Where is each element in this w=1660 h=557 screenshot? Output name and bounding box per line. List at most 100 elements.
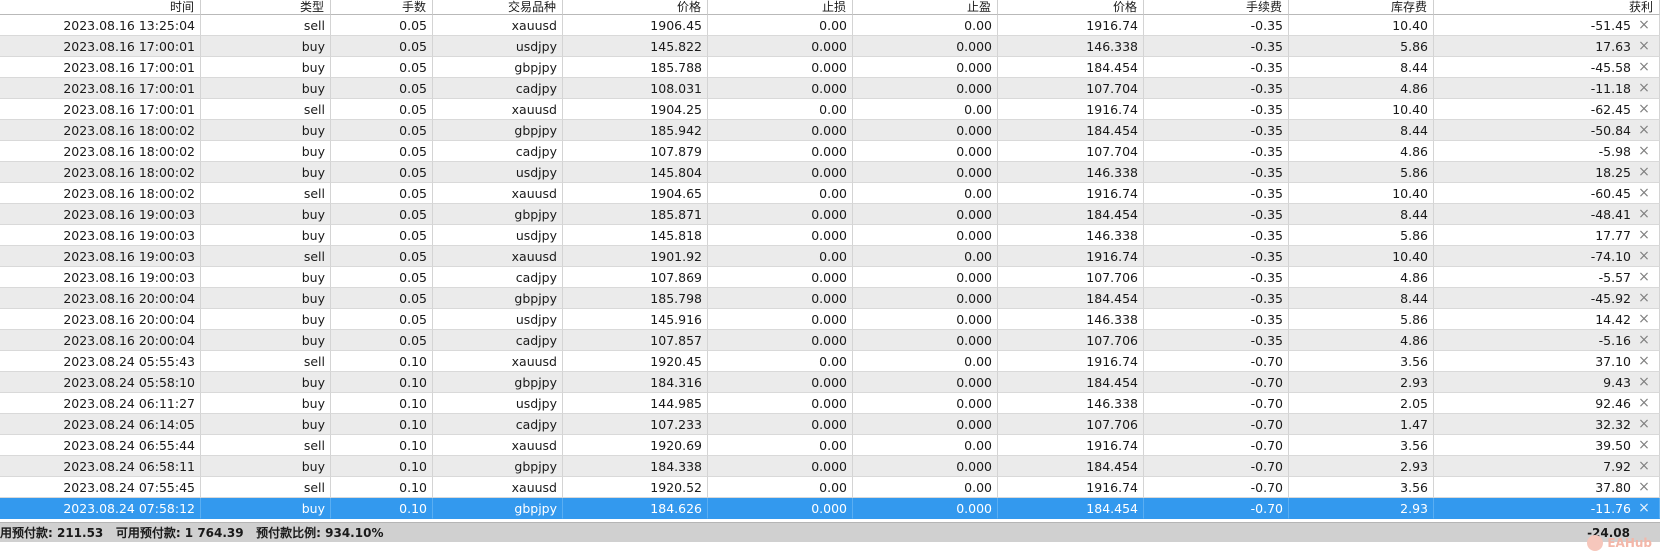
cell-time[interactable]: 2023.08.24 06:14:05 (0, 414, 201, 435)
close-position-icon[interactable]: × (1637, 99, 1651, 119)
cell-profit[interactable]: -5.16 × (1434, 330, 1660, 351)
cell-profit[interactable]: -5.98 × (1434, 141, 1660, 162)
cell-commission[interactable]: -0.35 (1144, 204, 1289, 225)
cell-type[interactable]: buy (201, 498, 331, 519)
cell-open-price[interactable]: 184.338 (563, 456, 708, 477)
cell-type[interactable]: sell (201, 351, 331, 372)
cell-current-price[interactable]: 1916.74 (998, 477, 1144, 498)
cell-profit[interactable]: 39.50 × (1434, 435, 1660, 456)
cell-stop-loss[interactable]: 0.000 (708, 225, 853, 246)
cell-take-profit[interactable]: 0.000 (853, 288, 998, 309)
cell-type[interactable]: buy (201, 162, 331, 183)
cell-take-profit[interactable]: 0.000 (853, 120, 998, 141)
cell-swap[interactable]: 10.40 (1289, 15, 1434, 36)
cell-swap[interactable]: 4.86 (1289, 267, 1434, 288)
cell-volume[interactable]: 0.10 (331, 393, 433, 414)
cell-symbol[interactable]: cadjpy (433, 141, 563, 162)
cell-type[interactable]: sell (201, 99, 331, 120)
close-position-icon[interactable]: × (1637, 498, 1651, 518)
cell-type[interactable]: buy (201, 456, 331, 477)
cell-current-price[interactable]: 1916.74 (998, 99, 1144, 120)
cell-time[interactable]: 2023.08.16 19:00:03 (0, 204, 201, 225)
cell-take-profit[interactable]: 0.000 (853, 57, 998, 78)
cell-swap[interactable]: 2.05 (1289, 393, 1434, 414)
header-time[interactable]: 时间 (0, 0, 201, 15)
cell-open-price[interactable]: 1920.52 (563, 477, 708, 498)
cell-volume[interactable]: 0.10 (331, 498, 433, 519)
cell-current-price[interactable]: 184.454 (998, 288, 1144, 309)
cell-symbol[interactable]: xauusd (433, 435, 563, 456)
cell-profit[interactable]: -74.10 × (1434, 246, 1660, 267)
close-position-icon[interactable]: × (1637, 225, 1651, 245)
close-position-icon[interactable]: × (1637, 120, 1651, 140)
cell-take-profit[interactable]: 0.00 (853, 477, 998, 498)
cell-profit[interactable]: 14.42 × (1434, 309, 1660, 330)
cell-symbol[interactable]: gbpjpy (433, 120, 563, 141)
cell-symbol[interactable]: gbpjpy (433, 288, 563, 309)
cell-current-price[interactable]: 107.706 (998, 330, 1144, 351)
cell-current-price[interactable]: 146.338 (998, 225, 1144, 246)
header-volume[interactable]: 手数 (331, 0, 433, 15)
cell-current-price[interactable]: 146.338 (998, 309, 1144, 330)
cell-current-price[interactable]: 184.454 (998, 498, 1144, 519)
close-position-icon[interactable]: × (1637, 15, 1651, 35)
cell-open-price[interactable]: 1920.45 (563, 351, 708, 372)
cell-take-profit[interactable]: 0.000 (853, 141, 998, 162)
cell-volume[interactable]: 0.05 (331, 120, 433, 141)
cell-volume[interactable]: 0.05 (331, 225, 433, 246)
cell-stop-loss[interactable]: 0.00 (708, 99, 853, 120)
cell-volume[interactable]: 0.05 (331, 15, 433, 36)
header-current-price[interactable]: 价格 (998, 0, 1144, 15)
cell-stop-loss[interactable]: 0.000 (708, 309, 853, 330)
cell-profit[interactable]: -45.92 × (1434, 288, 1660, 309)
cell-time[interactable]: 2023.08.24 06:58:11 (0, 456, 201, 477)
header-symbol[interactable]: 交易品种 (433, 0, 563, 15)
cell-stop-loss[interactable]: 0.000 (708, 267, 853, 288)
cell-open-price[interactable]: 185.788 (563, 57, 708, 78)
cell-open-price[interactable]: 145.916 (563, 309, 708, 330)
cell-commission[interactable]: -0.35 (1144, 78, 1289, 99)
cell-time[interactable]: 2023.08.16 17:00:01 (0, 57, 201, 78)
cell-open-price[interactable]: 107.879 (563, 141, 708, 162)
cell-volume[interactable]: 0.05 (331, 267, 433, 288)
cell-commission[interactable]: -0.35 (1144, 225, 1289, 246)
cell-open-price[interactable]: 144.985 (563, 393, 708, 414)
cell-time[interactable]: 2023.08.16 18:00:02 (0, 183, 201, 204)
cell-type[interactable]: buy (201, 267, 331, 288)
cell-symbol[interactable]: gbpjpy (433, 204, 563, 225)
cell-stop-loss[interactable]: 0.000 (708, 36, 853, 57)
close-position-icon[interactable]: × (1637, 36, 1651, 56)
cell-time[interactable]: 2023.08.16 19:00:03 (0, 246, 201, 267)
cell-commission[interactable]: -0.35 (1144, 183, 1289, 204)
cell-current-price[interactable]: 184.454 (998, 120, 1144, 141)
cell-commission[interactable]: -0.70 (1144, 477, 1289, 498)
cell-take-profit[interactable]: 0.000 (853, 309, 998, 330)
cell-type[interactable]: buy (201, 225, 331, 246)
cell-swap[interactable]: 2.93 (1289, 372, 1434, 393)
cell-symbol[interactable]: usdjpy (433, 393, 563, 414)
cell-time[interactable]: 2023.08.24 06:55:44 (0, 435, 201, 456)
cell-stop-loss[interactable]: 0.00 (708, 183, 853, 204)
cell-profit[interactable]: -51.45 × (1434, 15, 1660, 36)
cell-volume[interactable]: 0.05 (331, 183, 433, 204)
cell-profit[interactable]: 17.77 × (1434, 225, 1660, 246)
cell-take-profit[interactable]: 0.000 (853, 36, 998, 57)
cell-take-profit[interactable]: 0.000 (853, 78, 998, 99)
cell-stop-loss[interactable]: 0.00 (708, 351, 853, 372)
cell-current-price[interactable]: 184.454 (998, 372, 1144, 393)
cell-time[interactable]: 2023.08.24 05:55:43 (0, 351, 201, 372)
cell-profit[interactable]: -45.58 × (1434, 57, 1660, 78)
cell-swap[interactable]: 8.44 (1289, 288, 1434, 309)
cell-commission[interactable]: -0.35 (1144, 330, 1289, 351)
cell-swap[interactable]: 8.44 (1289, 57, 1434, 78)
cell-symbol[interactable]: xauusd (433, 15, 563, 36)
cell-volume[interactable]: 0.05 (331, 330, 433, 351)
close-position-icon[interactable]: × (1637, 162, 1651, 182)
cell-open-price[interactable]: 185.871 (563, 204, 708, 225)
cell-stop-loss[interactable]: 0.000 (708, 162, 853, 183)
cell-profit[interactable]: 9.43 × (1434, 372, 1660, 393)
cell-stop-loss[interactable]: 0.000 (708, 498, 853, 519)
cell-profit[interactable]: 7.92 × (1434, 456, 1660, 477)
cell-symbol[interactable]: xauusd (433, 183, 563, 204)
cell-current-price[interactable]: 107.704 (998, 141, 1144, 162)
